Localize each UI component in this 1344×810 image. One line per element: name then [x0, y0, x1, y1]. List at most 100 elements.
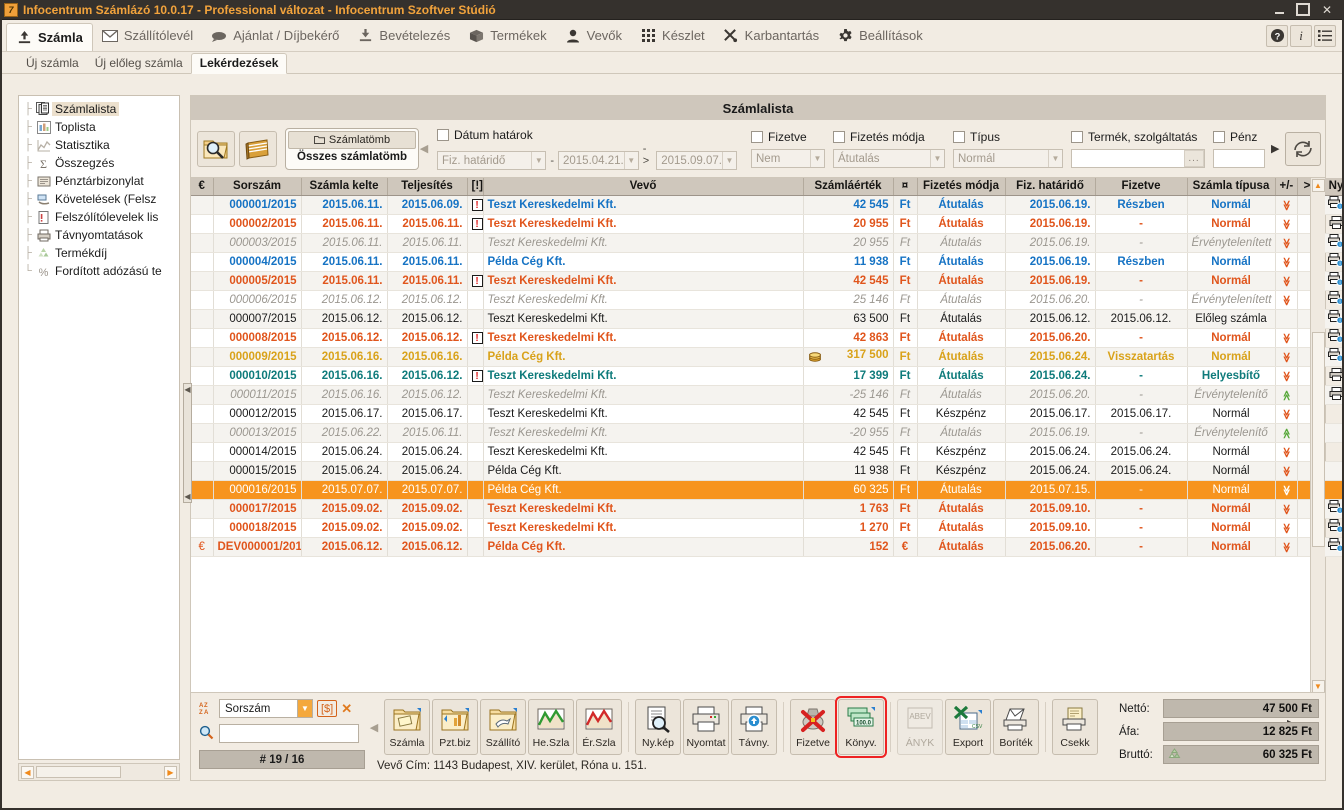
action-button-ny-k-p[interactable]: Ny.kép — [635, 699, 681, 755]
chevron-up-icon[interactable]: ≪ — [1281, 390, 1292, 400]
table-row[interactable]: 000015/2015 2015.06.24. 2015.06.24. Példa C… — [191, 461, 1344, 481]
filter-more-arrow-icon[interactable]: ▶ — [1271, 142, 1279, 155]
cell-plus-minus[interactable]: ≫ — [1275, 233, 1298, 253]
table-row[interactable]: 000012/2015 2015.06.17. 2015.06.17. Teszt K… — [191, 404, 1344, 424]
close-button[interactable]: ✕ — [1320, 3, 1334, 17]
info-icon[interactable]: i — [1290, 24, 1312, 47]
scroll-track[interactable] — [1311, 192, 1325, 680]
chevron-down-icon[interactable]: ≫ — [1281, 542, 1292, 552]
table-row[interactable]: 000006/2015 2015.06.12. 2015.06.12. Teszt K… — [191, 290, 1344, 310]
cell-plus-minus[interactable]: ≪ — [1275, 423, 1298, 443]
currency-input[interactable] — [1213, 149, 1265, 168]
column-header-5[interactable]: Vevő — [483, 178, 804, 196]
menu-item-ajanlat-dijbekero[interactable]: Ajánlat / Díjbekérő — [202, 20, 348, 51]
menu-item-bevetelezes[interactable]: Bevételezés — [348, 20, 459, 51]
column-header-10[interactable]: Fizetve — [1095, 178, 1188, 196]
action-button-sz-mla[interactable]: Számla — [384, 699, 430, 755]
scroll-thumb[interactable] — [1311, 332, 1325, 547]
action-button-sz-ll-t[interactable]: Szállító — [480, 699, 526, 755]
print-info-icon[interactable]: i — [1328, 538, 1344, 555]
currency-toggle-button[interactable]: [$] — [317, 700, 338, 717]
sidebar-item-t-vnyomtat-sok[interactable]: ├ Távnyomtatások — [21, 226, 177, 244]
paid-checkbox[interactable] — [751, 131, 763, 143]
menu-item-szamla[interactable]: Számla — [6, 23, 93, 51]
chevron-down-icon[interactable]: ≫ — [1281, 485, 1292, 495]
paid-select[interactable]: Nem ▼ — [751, 149, 825, 168]
print-info-icon[interactable]: i — [1328, 234, 1344, 251]
sidebar-scroll-thumb[interactable] — [36, 766, 121, 778]
print-info-icon[interactable]: i — [1328, 196, 1344, 213]
scroll-right-arrow-icon[interactable]: ▶ — [164, 765, 177, 779]
cell-plus-minus[interactable]: ≫ — [1275, 347, 1298, 367]
chevron-down-icon[interactable]: ≫ — [1281, 333, 1292, 343]
chevron-down-icon[interactable]: ≫ — [1281, 238, 1292, 248]
product-browse-icon[interactable]: ... — [1184, 150, 1204, 167]
chevron-down-icon[interactable]: ≫ — [1281, 276, 1292, 286]
table-row[interactable]: 000010/2015 2015.06.16. 2015.06.12.! Teszt … — [191, 366, 1344, 386]
print-info-icon[interactable]: i — [1328, 348, 1344, 365]
table-row[interactable]: € DEV000001/2015 2015.06.12. 2015.06.12. Pél… — [191, 537, 1344, 557]
table-row[interactable]: 000003/2015 2015.06.11. 2015.06.11. Teszt K… — [191, 233, 1344, 253]
currency-checkbox[interactable] — [1213, 131, 1225, 143]
column-header-3[interactable]: Teljesítés — [387, 178, 468, 196]
cell-plus-minus[interactable]: ≫ — [1275, 290, 1298, 310]
print-icon[interactable] — [1329, 367, 1344, 384]
cell-plus-minus[interactable]: ≫ — [1275, 195, 1298, 215]
tab-uj-eloleg-szamla[interactable]: Új előleg számla — [87, 54, 191, 73]
chevron-down-icon[interactable]: ≫ — [1281, 295, 1292, 305]
sidebar-horizontal-scrollbar[interactable]: ◀ ▶ — [18, 763, 180, 781]
date-from-input[interactable]: 2015.04.21. ▼ — [557, 151, 639, 170]
sidebar-item-statisztika[interactable]: ├ Statisztika — [21, 136, 177, 154]
chevron-down-icon[interactable]: ▼ — [930, 150, 944, 167]
date-field-select[interactable]: Fiz. határidő ▼ — [437, 151, 547, 170]
table-row[interactable]: 000017/2015 2015.09.02. 2015.09.02. Teszt K… — [191, 499, 1344, 519]
cell-plus-minus[interactable] — [1275, 309, 1298, 329]
sidebar-item-sz-mlalista[interactable]: ├ Számlalista — [21, 100, 177, 118]
sidebar-item-p-nzt-rbizonylat[interactable]: ├ Pénztárbizonylat — [21, 172, 177, 190]
product-checkbox[interactable] — [1071, 131, 1083, 143]
sidebar-item-term-kd-j[interactable]: ├ Termékdíj — [21, 244, 177, 262]
chevron-down-icon[interactable]: ▼ — [810, 150, 824, 167]
print-info-icon[interactable]: i — [1328, 519, 1344, 536]
action-button-fizetve[interactable]: Fizetve — [790, 699, 836, 755]
table-row[interactable]: 000002/2015 2015.06.11. 2015.06.11.! Teszt … — [191, 214, 1344, 234]
print-icon[interactable] — [1329, 215, 1344, 232]
chevron-down-icon[interactable]: ≫ — [1281, 352, 1292, 362]
tab-uj-szamla[interactable]: Új számla — [18, 54, 87, 73]
table-left-splitter-handle[interactable]: ◀ ◀ — [183, 383, 192, 503]
scroll-up-arrow-icon[interactable]: ▲ — [1311, 179, 1325, 192]
cell-plus-minus[interactable]: ≫ — [1275, 499, 1298, 519]
print-icon[interactable] — [1329, 386, 1344, 403]
table-row[interactable]: 000001/2015 2015.06.11. 2015.06.09.! Teszt … — [191, 195, 1344, 215]
sidebar-item-felsz-l-t-levelek-lis[interactable]: ├ Felszólítólevelek lis — [21, 208, 177, 226]
menu-item-termekek[interactable]: Termékek — [459, 20, 555, 51]
print-info-icon[interactable]: i — [1328, 329, 1344, 346]
sidebar-item-k-vetel-sek-felsz[interactable]: ├ Követelések (Felsz — [21, 190, 177, 208]
column-header-2[interactable]: Számla kelte — [301, 178, 388, 196]
refresh-icon[interactable] — [1285, 131, 1322, 166]
sidebar-item-ford-tott-ad-z-s-te[interactable]: └% Fordított adózású te — [21, 262, 177, 280]
chevron-down-icon[interactable]: ≫ — [1281, 523, 1292, 533]
table-row[interactable]: 000013/2015 2015.06.22. 2015.06.11. Teszt K… — [191, 423, 1344, 443]
chevron-down-icon[interactable]: ▼ — [297, 700, 312, 717]
column-header-6[interactable]: Számláérték — [803, 178, 894, 196]
print-info-icon[interactable]: i — [1328, 291, 1344, 308]
chevron-down-icon[interactable]: ▼ — [531, 152, 545, 169]
chevron-down-icon[interactable]: ≫ — [1281, 219, 1292, 229]
print-info-icon[interactable]: i — [1328, 310, 1344, 327]
table-row[interactable]: 000008/2015 2015.06.12. 2015.06.12.! Teszt … — [191, 328, 1344, 348]
table-row[interactable]: 000004/2015 2015.06.11. 2015.06.11. Példa C… — [191, 252, 1344, 272]
table-vertical-scrollbar[interactable]: ▲ ▼ — [1310, 178, 1325, 694]
action-button-csekk[interactable]: Csekk — [1052, 699, 1098, 755]
payment-method-select[interactable]: Átutalás ▼ — [833, 149, 945, 168]
action-button-nyomtat[interactable]: Nyomtat — [683, 699, 729, 755]
column-header-12[interactable]: +/- — [1275, 178, 1298, 196]
action-button-k-nyv[interactable]: 100.0 Könyv. — [835, 696, 887, 758]
splitter-down-arrow-icon[interactable]: ◀ — [184, 492, 190, 501]
cell-plus-minus[interactable]: ≪ — [1275, 385, 1298, 405]
column-header-4[interactable]: [!] — [467, 178, 484, 196]
chevron-down-icon[interactable]: ≫ — [1281, 504, 1292, 514]
product-input[interactable]: ... — [1071, 149, 1205, 168]
table-row[interactable]: 000011/2015 2015.06.16. 2015.06.12. Teszt K… — [191, 385, 1344, 405]
cell-plus-minus[interactable]: ≫ — [1275, 214, 1298, 234]
